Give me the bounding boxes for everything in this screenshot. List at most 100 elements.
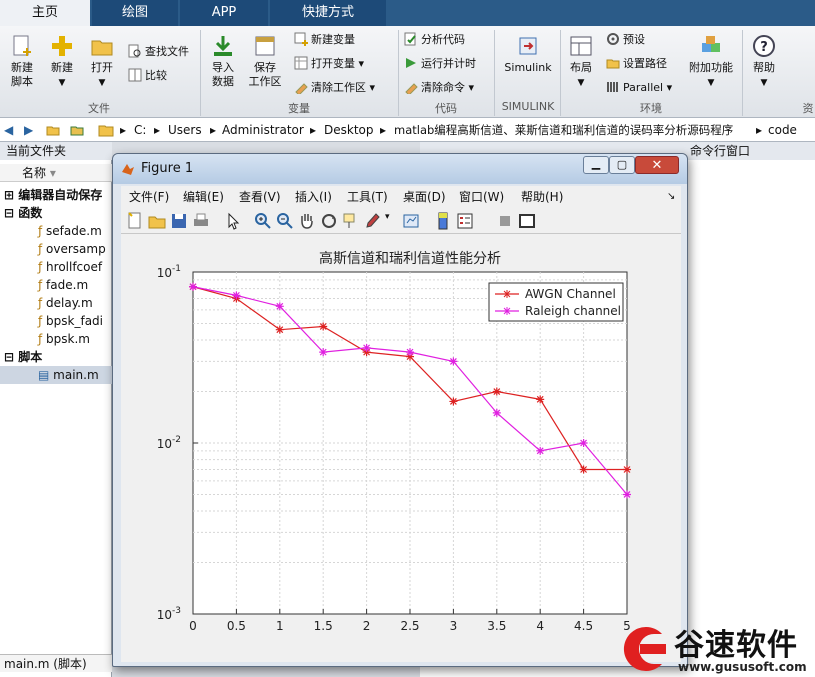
path-segment[interactable]: matlab编程高斯信道、莱斯信道和瑞利信道的误码率分析源码程序 — [394, 118, 733, 142]
x-tick-label: 1 — [276, 619, 284, 633]
maximize-button[interactable]: ▢ — [609, 156, 635, 174]
show-plot-tools-icon[interactable] — [517, 211, 537, 231]
group-simulink-label: SIMULINK — [501, 100, 555, 113]
menu-desktop[interactable]: 桌面(D) — [403, 186, 446, 208]
new-figure-icon[interactable] — [125, 211, 145, 231]
open-variable-label: 打开变量 — [311, 57, 355, 70]
open-variable-button[interactable]: 打开变量 ▾ — [294, 56, 364, 72]
file-item[interactable]: ƒ oversamp — [0, 240, 106, 258]
link-plot-icon[interactable] — [401, 211, 421, 231]
preferences-button[interactable]: 预设 — [606, 32, 645, 48]
menu-view[interactable]: 查看(V) — [239, 186, 281, 208]
section-functions[interactable]: ⊟ 函数 — [0, 204, 42, 222]
current-folder-title: 当前文件夹 — [0, 142, 112, 160]
zoom-out-icon[interactable] — [275, 211, 295, 231]
file-item[interactable]: ƒ fade.m — [0, 276, 88, 294]
menu-help[interactable]: 帮助(H) — [521, 186, 563, 208]
path-segment[interactable]: C: — [134, 118, 146, 142]
menu-file[interactable]: 文件(F) — [129, 186, 169, 208]
dock-arrow-icon[interactable]: ↘ — [667, 186, 675, 208]
analyze-code-button[interactable]: 分析代码 — [404, 32, 465, 48]
minimize-button[interactable]: ▁ — [583, 156, 609, 174]
hide-plot-tools-icon[interactable] — [495, 211, 515, 231]
menu-edit[interactable]: 编辑(E) — [183, 186, 224, 208]
details-status: main.m (脚本) — [0, 654, 112, 672]
menu-tools[interactable]: 工具(T) — [347, 186, 388, 208]
x-tick-label: 0 — [189, 619, 197, 633]
save-icon[interactable] — [169, 211, 189, 231]
function-file-icon: ƒ — [38, 278, 47, 292]
legend-marker — [503, 290, 511, 298]
menu-insert[interactable]: 插入(I) — [295, 186, 332, 208]
help-button[interactable]: ? 帮助 ▼ — [748, 34, 780, 90]
new-button[interactable]: 新建 ▼ — [44, 34, 80, 90]
x-tick-label: 2 — [363, 619, 371, 633]
x-tick-label: 0.5 — [227, 619, 246, 633]
import-data-button[interactable]: 导入 数据 — [206, 34, 240, 89]
figure-title-bar[interactable]: Figure 1 ▁ ▢ ✕ — [113, 154, 687, 184]
parallel-button[interactable]: Parallel ▾ — [606, 80, 672, 96]
section-autosave[interactable]: ⊞ 编辑器自动保存 — [0, 186, 102, 204]
close-button[interactable]: ✕ — [635, 156, 679, 174]
open-button[interactable]: 打开 ▼ — [86, 34, 118, 90]
run-and-time-button[interactable]: 运行并计时 — [404, 56, 476, 72]
ribbon-divider — [560, 30, 561, 116]
preferences-label: 预设 — [623, 33, 645, 46]
legend-icon[interactable] — [455, 211, 475, 231]
add-ons-button[interactable]: 附加功能 ▼ — [688, 34, 734, 90]
clear-commands-button[interactable]: 清除命令 ▾ — [404, 80, 474, 96]
path-segment[interactable]: code — [768, 118, 797, 142]
simulink-button[interactable]: Simulink — [500, 34, 556, 75]
ber-chart[interactable]: 0 0.5 1 1.5 2 2.5 3 3.5 4 4.5 510-110-210-3高斯信道和瑞利… — [121, 234, 681, 662]
current-folder-panel: 当前文件夹 名称 ▾ ⊞ 编辑器自动保存 ⊟ 函数 ƒ sefade.m ƒ o… — [0, 142, 112, 677]
new-script-button[interactable]: 新建 脚本 — [6, 34, 38, 89]
clear-workspace-icon — [295, 83, 308, 94]
file-item[interactable]: ƒ hrollfcoef — [0, 258, 102, 276]
pan-hand-icon[interactable] — [297, 211, 317, 231]
section-scripts[interactable]: ⊟ 脚本 — [0, 348, 42, 366]
series-1-point — [319, 348, 328, 357]
plot-area: 0 0.5 1 1.5 2 2.5 3 3.5 4 4.5 5 10-1 10-2 10-3 高斯信道和瑞利… — [121, 234, 681, 662]
layout-button[interactable]: 布局 ▼ — [566, 34, 596, 90]
save-workspace-button[interactable]: 保存 工作区 — [246, 34, 284, 89]
find-files-button[interactable]: 查找文件 — [128, 44, 189, 60]
compare-button[interactable]: 比较 — [128, 68, 167, 84]
colorbar-icon[interactable] — [433, 211, 453, 231]
clear-workspace-button[interactable]: 清除工作区 ▾ — [294, 80, 375, 96]
rotate-3d-icon[interactable] — [319, 211, 339, 231]
set-path-button[interactable]: 设置路径 — [606, 56, 667, 72]
file-item[interactable]: ƒ delay.m — [0, 294, 93, 312]
tab-shortcuts[interactable]: 快捷方式 — [270, 0, 386, 26]
name-column-header[interactable]: 名称 ▾ — [0, 164, 112, 182]
legend-label: Raleigh channel — [525, 304, 621, 318]
brush-dropdown-icon[interactable]: ▾ — [385, 212, 390, 222]
brush-icon[interactable] — [363, 211, 383, 231]
tab-apps[interactable]: APP — [180, 0, 268, 26]
file-item-selected[interactable]: ▤ main.m — [0, 366, 112, 384]
new-variable-button[interactable]: 新建变量 — [294, 32, 355, 48]
browse-folder-icon[interactable] — [70, 123, 84, 137]
data-cursor-icon[interactable] — [341, 211, 361, 231]
simulink-icon — [519, 37, 537, 55]
file-item[interactable]: ƒ bpsk_fadi — [0, 312, 103, 330]
pointer-icon[interactable] — [223, 211, 243, 231]
back-arrow-icon[interactable]: ◀ — [4, 118, 13, 142]
compare-icon — [128, 68, 142, 82]
figure-window[interactable]: Figure 1 ▁ ▢ ✕ 文件(F) 编辑(E) 查看(V) 插入(I) 工… — [112, 153, 688, 667]
path-segment[interactable]: Users — [168, 118, 202, 142]
forward-arrow-icon[interactable]: ▶ — [24, 118, 33, 142]
file-item[interactable]: ƒ sefade.m — [0, 222, 102, 240]
tab-plots[interactable]: 绘图 — [92, 0, 178, 26]
analyze-code-icon — [404, 32, 416, 46]
file-item[interactable]: ƒ bpsk.m — [0, 330, 90, 348]
path-segment[interactable]: Desktop — [324, 118, 374, 142]
ribbon-divider — [494, 30, 495, 116]
path-segment[interactable]: Administrator — [222, 118, 304, 142]
series-1-point — [492, 408, 501, 417]
open-file-icon[interactable] — [147, 211, 167, 231]
tab-home[interactable]: 主页 — [0, 0, 90, 26]
zoom-in-icon[interactable] — [253, 211, 273, 231]
print-icon[interactable] — [191, 211, 211, 231]
menu-window[interactable]: 窗口(W) — [459, 186, 504, 208]
up-folder-icon[interactable] — [46, 123, 60, 137]
